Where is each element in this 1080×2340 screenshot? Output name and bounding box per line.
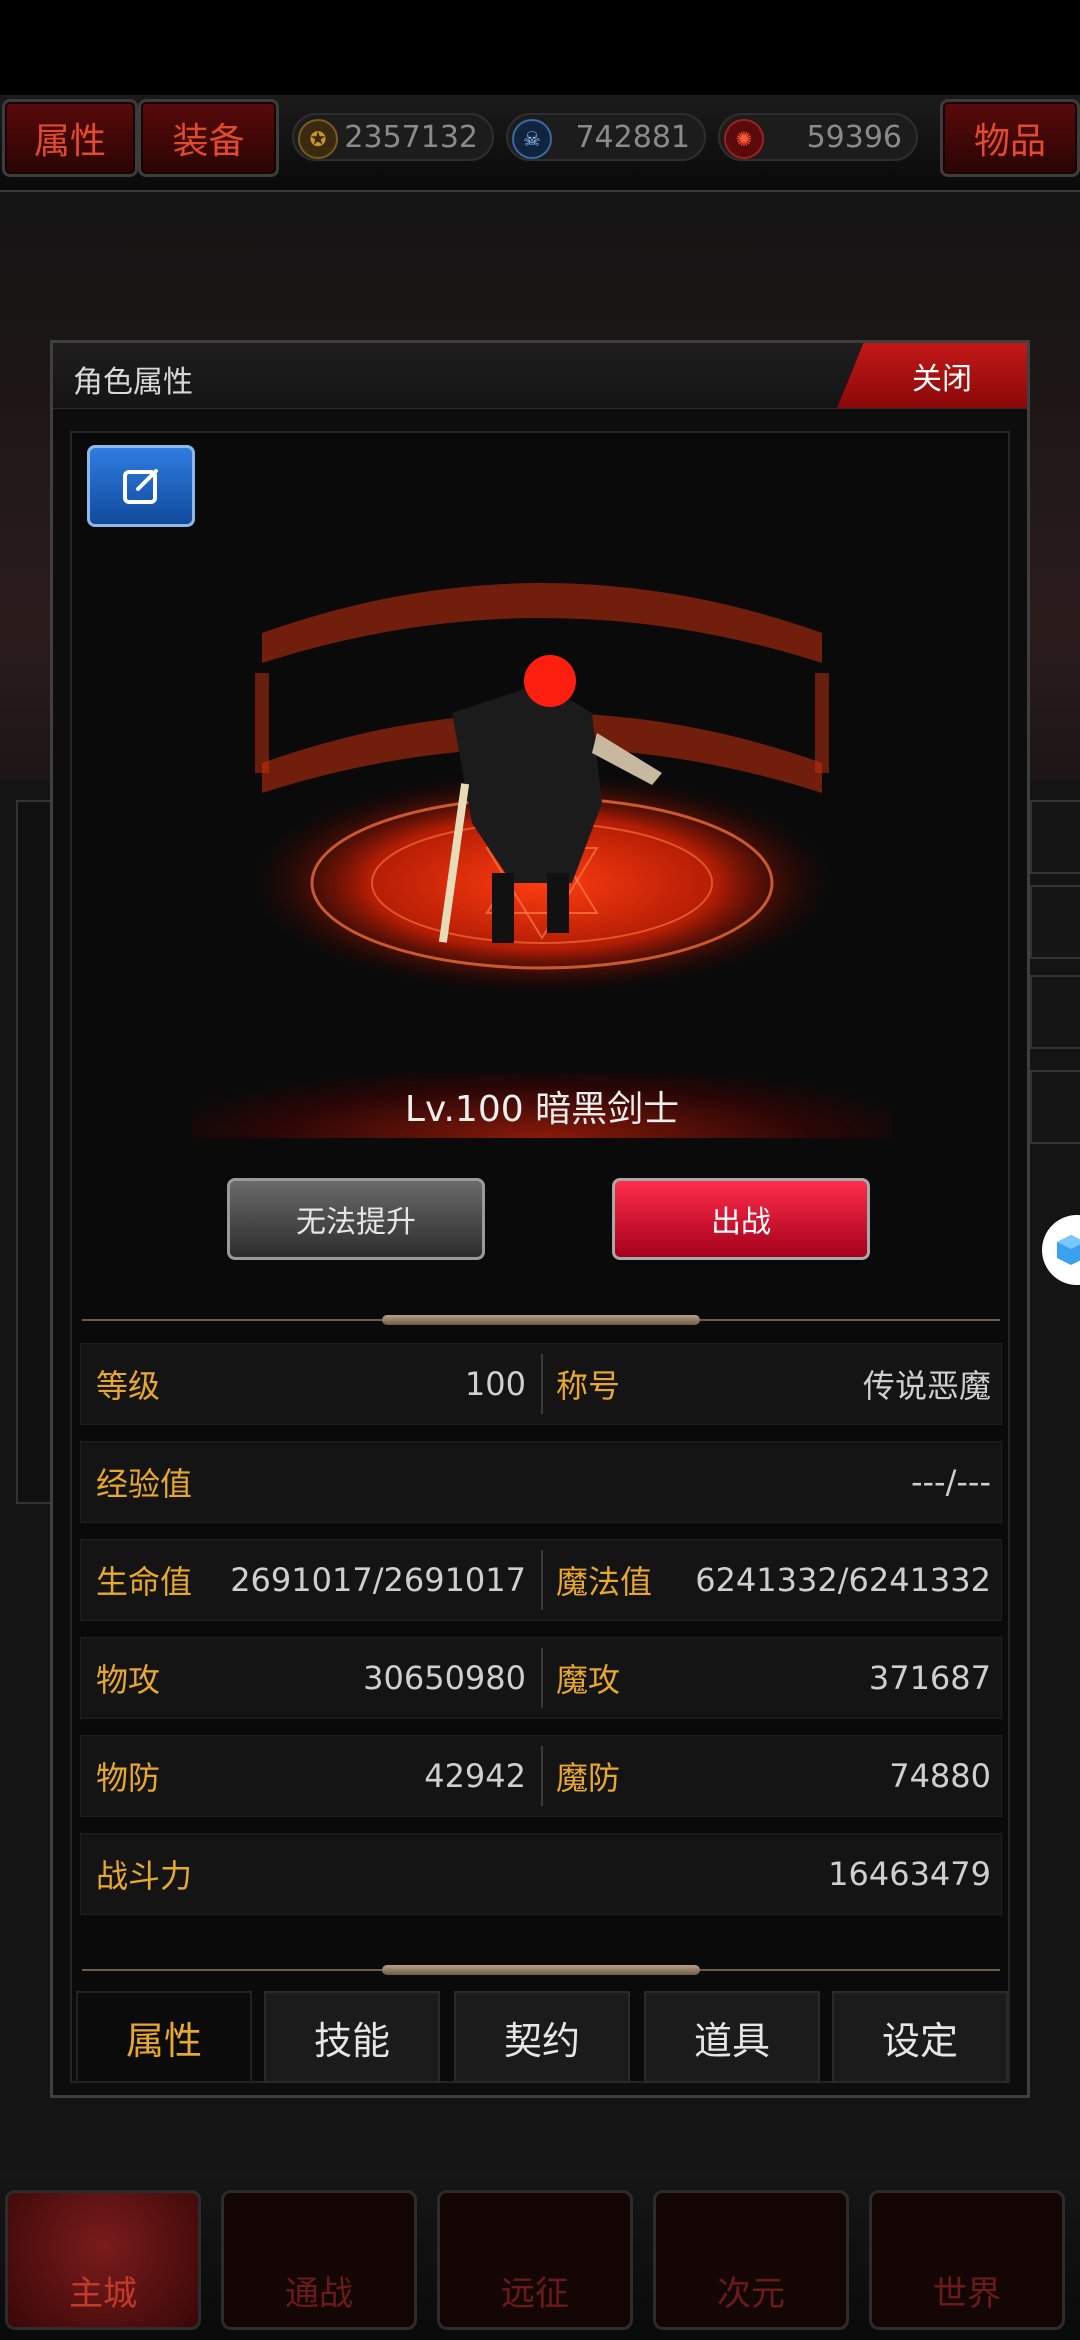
level-value: 100	[464, 1365, 526, 1403]
nav-dimension[interactable]: 次元	[653, 2190, 849, 2330]
blue-skull-icon: ☠	[512, 119, 552, 159]
title-label: 称号	[556, 1367, 621, 1405]
column-separator	[541, 1354, 543, 1414]
dialog-body: Lv.100 暗黑剑士 无法提升 出战 等级 100 称号 传说恶魔 经验值 -…	[70, 431, 1010, 2083]
dialog-title: 角色属性	[73, 365, 193, 400]
nav-main-city[interactable]: 主城	[5, 2190, 201, 2330]
stat-row-hp-mp: 生命值 2691017/2691017 魔法值 6241332/6241332	[80, 1539, 1002, 1621]
gold-coin-icon: ✪	[298, 119, 338, 159]
deploy-button[interactable]: 出战	[612, 1178, 870, 1260]
stat-row-level: 等级 100 称号 传说恶魔	[80, 1343, 1002, 1425]
tab-settings[interactable]: 设定	[832, 1991, 1008, 2083]
side-sound-icon[interactable]	[1030, 975, 1080, 1049]
exp-label: 经验值	[96, 1465, 193, 1503]
stat-row-attack: 物攻 30650980 魔攻 371687	[80, 1637, 1002, 1719]
title-value: 传说恶魔	[862, 1367, 991, 1405]
magic-attack-label: 魔攻	[556, 1661, 621, 1699]
magic-defense-label: 魔防	[556, 1759, 621, 1797]
column-separator	[541, 1648, 543, 1708]
nav-battle[interactable]: 通战	[221, 2190, 417, 2330]
stat-row-power: 战斗力 16463479	[80, 1833, 1002, 1915]
character-portrait	[152, 543, 932, 1063]
side-speed-icon[interactable]	[1030, 1070, 1080, 1144]
stat-row-defense: 物防 42942 魔防 74880	[80, 1735, 1002, 1817]
character-attributes-dialog: 角色属性 关闭 Lv.100 暗黑剑士 无法提升 出战 等级 100 称号 传说…	[50, 340, 1030, 2098]
bottom-nav: 主城 通战 远征 次元 世界	[0, 2170, 1080, 2340]
items-tab-button[interactable]: 物品	[940, 99, 1080, 177]
divider	[82, 1313, 1000, 1327]
dialog-header: 角色属性 关闭	[53, 343, 1027, 409]
mp-value: 6241332/6241332	[695, 1561, 991, 1599]
combat-power-label: 战斗力	[96, 1857, 193, 1895]
physical-attack-label: 物攻	[96, 1661, 161, 1699]
rune-currency: ✺ 59396	[718, 113, 918, 161]
physical-defense-value: 42942	[424, 1757, 526, 1795]
stat-row-exp: 经验值 ---/---	[80, 1441, 1002, 1523]
top-bar: 属性 装备 ✪ 2357132 ☠ 742881 ✺ 59396 物品	[0, 95, 1080, 192]
physical-defense-label: 物防	[96, 1759, 161, 1797]
divider	[82, 1963, 1000, 1977]
tab-contract[interactable]: 契约	[454, 1991, 630, 2083]
exp-value: ---/---	[910, 1463, 991, 1501]
hp-value: 2691017/2691017	[230, 1561, 526, 1599]
upgrade-disabled-button[interactable]: 无法提升	[227, 1178, 485, 1260]
magic-attack-value: 371687	[868, 1659, 991, 1697]
column-separator	[541, 1550, 543, 1610]
tab-skills[interactable]: 技能	[264, 1991, 440, 2083]
magic-defense-value: 74880	[889, 1757, 991, 1795]
gold-currency: ✪ 2357132	[292, 113, 494, 161]
nav-expedition[interactable]: 远征	[437, 2190, 633, 2330]
close-button[interactable]: 关闭	[837, 343, 1027, 408]
hp-label: 生命值	[96, 1563, 193, 1601]
cube-icon	[1057, 1235, 1080, 1265]
attributes-tab-button[interactable]: 属性	[2, 99, 138, 177]
physical-attack-value: 30650980	[363, 1659, 526, 1697]
red-rune-icon: ✺	[724, 119, 764, 159]
equipment-tab-button[interactable]: 装备	[138, 99, 279, 177]
tab-attributes[interactable]: 属性	[76, 1991, 252, 2083]
column-separator	[541, 1746, 543, 1806]
combat-power-value: 16463479	[828, 1855, 991, 1893]
tab-props[interactable]: 道具	[644, 1991, 820, 2083]
dialog-tabs: 属性 技能 契约 道具 设定	[72, 1981, 1008, 2083]
skull-currency: ☠ 742881	[506, 113, 706, 161]
side-item-icon[interactable]	[1030, 885, 1080, 959]
side-refresh-icon[interactable]	[1030, 800, 1080, 874]
level-label: 等级	[96, 1367, 161, 1405]
edit-icon	[123, 469, 158, 504]
edit-button[interactable]	[87, 445, 195, 527]
nav-world[interactable]: 世界	[869, 2190, 1065, 2330]
character-name: Lv.100 暗黑剑士	[192, 1073, 892, 1138]
mp-label: 魔法值	[556, 1563, 653, 1601]
